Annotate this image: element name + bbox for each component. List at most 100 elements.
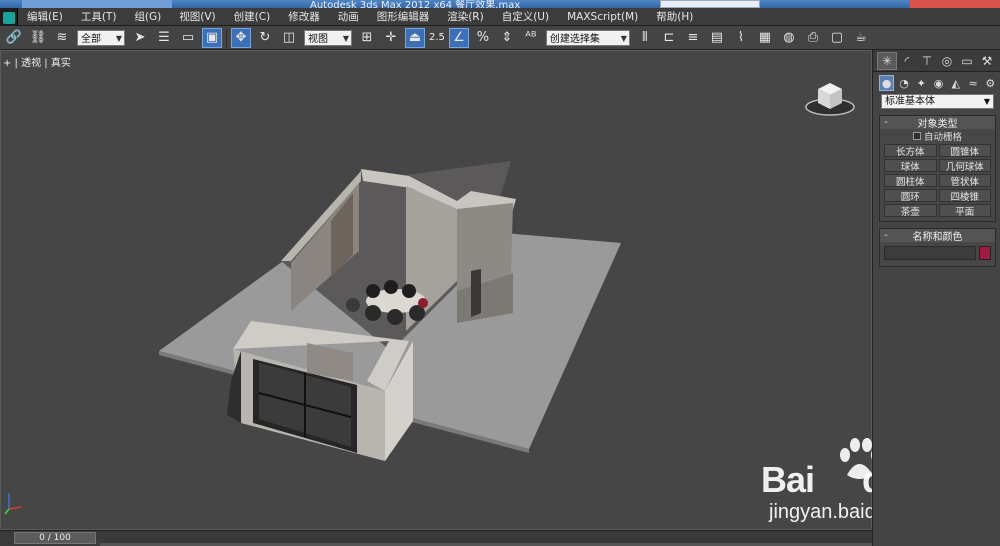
name-color-row: [880, 242, 995, 266]
object-type-rollout: - 对象类型 自动栅格 长方体 圆锥体 球体 几何球体 圆柱体 管状体 圆环 四…: [879, 115, 996, 222]
angle-snap-icon[interactable]: ∠: [448, 27, 469, 48]
viewport-label[interactable]: + | 透视 | 真实: [3, 54, 71, 69]
chevron-down-icon: ▼: [620, 33, 627, 43]
menu-tools[interactable]: 工具(T): [72, 9, 126, 24]
app-window: Autodesk 3ds Max 2012 x64 餐厅效果.max 编辑(E)…: [0, 0, 1000, 546]
plane-button[interactable]: 平面: [938, 204, 991, 218]
align-icon[interactable]: ⊏: [659, 28, 679, 48]
chevron-down-icon: ▼: [115, 33, 122, 43]
mirror-icon[interactable]: ⫴: [635, 28, 655, 48]
infocenter-search[interactable]: [660, 0, 760, 8]
material-editor-icon[interactable]: ◍: [779, 28, 799, 48]
render-production-icon[interactable]: ☕: [851, 28, 871, 48]
keyboard-shortcut-override-icon[interactable]: ⏏: [405, 27, 425, 48]
name-color-header[interactable]: - 名称和颜色: [880, 229, 995, 243]
motion-tab-icon[interactable]: ◎: [937, 52, 957, 70]
object-type-header[interactable]: - 对象类型: [880, 116, 995, 130]
spinner-snap-icon[interactable]: ⇕: [497, 28, 517, 48]
modify-tab-icon[interactable]: ◜: [897, 52, 917, 70]
pyramid-button[interactable]: 四棱锥: [938, 189, 991, 203]
menu-maxscript[interactable]: MAXScript(M): [558, 11, 647, 23]
watermark-logo-bai: Bai: [761, 459, 815, 500]
graphite-ribbon-icon[interactable]: ▤: [707, 28, 727, 48]
time-slider[interactable]: 0 / 100: [14, 532, 96, 544]
systems-icon[interactable]: ⚙: [983, 75, 998, 91]
auto-grid-label: 自动栅格: [923, 131, 962, 143]
schematic-view-icon[interactable]: ▦: [755, 28, 775, 48]
selection-filter-dropdown[interactable]: 全部 ▼: [77, 29, 125, 46]
render-setup-icon[interactable]: ⎙: [803, 28, 823, 48]
main-toolbar: 🔗 ⛓ ≋ 全部 ▼ ➤ ☰ ▭ ▣ ✥ ↻ ◫ 视图 ▼ ⊞ ✛ ⏏ 2.5 ∠ …: [0, 26, 1000, 50]
select-manipulate-icon[interactable]: ✛: [381, 28, 401, 48]
teapot-button[interactable]: 茶壶: [884, 204, 937, 218]
create-category-icons: ● ◔ ✦ ◉ ◭ ≈ ⚙: [873, 72, 1000, 94]
menu-bar: 编辑(E) 工具(T) 组(G) 视图(V) 创建(C) 修改器 动画 图形编辑…: [18, 8, 1000, 26]
app-menu-button[interactable]: [0, 8, 18, 28]
menu-edit[interactable]: 编辑(E): [18, 9, 72, 24]
select-and-scale-icon[interactable]: ◫: [279, 28, 299, 48]
menu-group[interactable]: 组(G): [125, 9, 170, 24]
menu-animation[interactable]: 动画: [329, 9, 368, 24]
viewcube-icon[interactable]: [804, 77, 856, 117]
shapes-icon[interactable]: ◔: [896, 75, 911, 91]
cone-button[interactable]: 圆锥体: [938, 144, 991, 158]
helpers-icon[interactable]: ◭: [948, 75, 963, 91]
cameras-icon[interactable]: ◉: [931, 75, 946, 91]
named-selection-dropdown[interactable]: 创建选择集 ▼: [545, 29, 630, 46]
menu-graph-editors[interactable]: 图形编辑器: [368, 9, 439, 24]
menu-views[interactable]: 视图(V): [170, 9, 224, 24]
geosphere-button[interactable]: 几何球体: [938, 159, 991, 173]
sphere-button[interactable]: 球体: [884, 159, 937, 173]
unlink-icon[interactable]: ⛓: [28, 28, 48, 48]
menu-modifiers[interactable]: 修改器: [279, 9, 329, 24]
select-and-rotate-icon[interactable]: ↻: [255, 28, 275, 48]
space-warps-icon[interactable]: ≈: [965, 75, 980, 91]
bind-space-warp-icon[interactable]: ≋: [52, 28, 72, 48]
scene-3d-model[interactable]: [1, 51, 873, 531]
geometry-icon[interactable]: ●: [879, 75, 895, 91]
box-button[interactable]: 长方体: [884, 144, 937, 158]
curve-editor-icon[interactable]: ⌇: [731, 28, 751, 48]
auto-grid-checkbox[interactable]: [912, 131, 921, 140]
name-color-title: 名称和颜色: [912, 232, 963, 243]
utilities-tab-icon[interactable]: ⚒: [977, 52, 997, 70]
select-and-move-icon[interactable]: ✥: [231, 27, 251, 48]
display-tab-icon[interactable]: ▭: [957, 52, 977, 70]
window-title: Autodesk 3ds Max 2012 x64 餐厅效果.max: [310, 0, 521, 8]
snap-toggle-value[interactable]: 2.5: [429, 32, 445, 43]
menu-customize[interactable]: 自定义(U): [493, 9, 558, 24]
reference-coord-dropdown[interactable]: 视图 ▼: [304, 29, 352, 46]
hierarchy-tab-icon[interactable]: ⊤: [917, 52, 937, 70]
primitive-category-dropdown[interactable]: 标准基本体 ▼: [881, 94, 994, 109]
lights-icon[interactable]: ✦: [914, 75, 929, 91]
object-color-swatch[interactable]: [979, 246, 991, 260]
layer-manager-icon[interactable]: ≡: [683, 28, 703, 48]
cylinder-button[interactable]: 圆柱体: [884, 174, 937, 188]
select-object-icon[interactable]: ➤: [130, 28, 150, 48]
torus-button[interactable]: 圆环: [884, 189, 937, 203]
rect-selection-icon[interactable]: ▭: [178, 28, 198, 48]
menu-rendering[interactable]: 渲染(R): [438, 9, 493, 24]
pivot-center-icon[interactable]: ⊞: [357, 28, 377, 48]
edit-named-selection-icon[interactable]: ᴬᴮ: [521, 28, 541, 48]
percent-snap-icon[interactable]: %: [473, 28, 493, 48]
rendered-frame-icon[interactable]: ▢: [827, 28, 847, 48]
app-logo-icon: [3, 12, 15, 24]
collapse-icon: -: [884, 117, 888, 128]
quick-access-toolbar[interactable]: [22, 0, 172, 8]
menu-help[interactable]: 帮助(H): [647, 9, 702, 24]
title-bar: Autodesk 3ds Max 2012 x64 餐厅效果.max: [0, 0, 1000, 8]
menu-create[interactable]: 创建(C): [225, 9, 280, 24]
select-and-link-icon[interactable]: 🔗: [4, 28, 24, 48]
object-type-title: 对象类型: [917, 119, 958, 130]
tube-button[interactable]: 管状体: [938, 174, 991, 188]
select-by-name-icon[interactable]: ☰: [154, 28, 174, 48]
selection-filter-value: 全部: [81, 34, 101, 45]
right-door: [471, 269, 481, 317]
object-name-input[interactable]: [884, 246, 976, 260]
auto-grid-row[interactable]: 自动栅格: [880, 129, 995, 143]
perspective-viewport[interactable]: + | 透视 | 真实 Baidu经验 jingyan.baidu.co: [0, 50, 969, 531]
window-controls[interactable]: [910, 0, 1000, 8]
window-crossing-icon[interactable]: ▣: [202, 27, 222, 48]
create-tab-icon[interactable]: ✳: [877, 51, 897, 70]
